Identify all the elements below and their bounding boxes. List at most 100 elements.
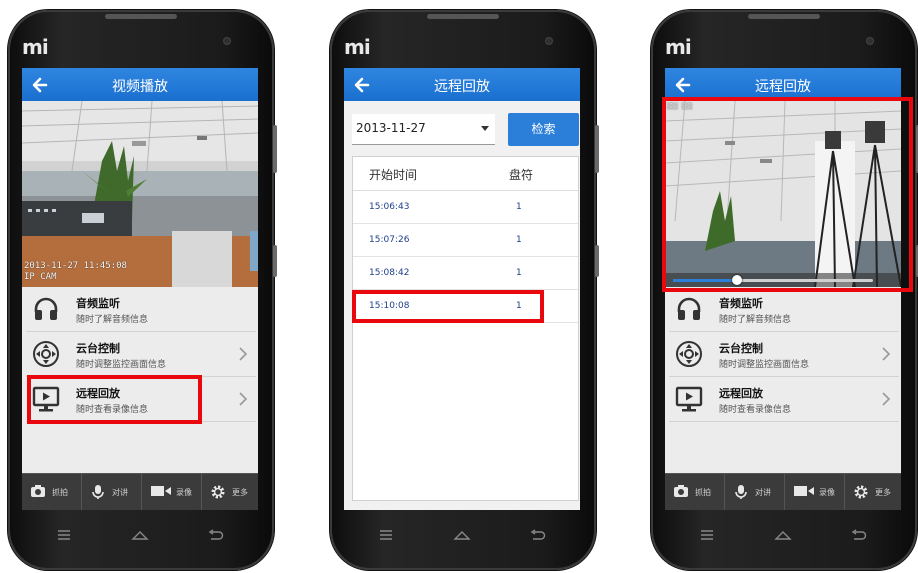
playback-monitor-icon [675,386,703,412]
menu-subtitle: 随时调整监控画面信息 [719,360,810,370]
tool-label: 录像 [819,488,835,497]
chevron-right-icon [239,347,248,361]
earpiece [105,14,177,19]
table-header: 开始时间 盘符 [353,157,578,191]
navbar: 远程回放 [344,68,580,101]
tool-label: 更多 [232,488,248,497]
intercom-button[interactable]: 对讲 [82,474,142,510]
gear-icon [854,485,868,499]
screen: 远程回放 2013-11-27 检索 开始时间 盘符 15:06:43 1 15… [344,68,580,510]
chevron-right-icon [882,347,891,361]
snapshot-button[interactable]: 抓拍 [665,474,725,510]
osd-camera-name: IP CAM [24,272,57,282]
table-row[interactable]: 15:07:26 1 [353,223,578,257]
table-row[interactable]: 15:06:43 1 [353,190,578,224]
osd-timestamp: 2013-11-27 11:45:08 [24,261,127,271]
highlight-selected-row [352,290,544,323]
home-key-icon[interactable] [452,526,472,544]
menu-item-audio[interactable]: 音频监听 随时了解音频信息 [26,287,256,332]
soft-keys [22,522,258,548]
bottom-toolbar: 抓拍 对讲 录像 更多 [22,473,258,510]
tool-label: 抓拍 [52,488,68,497]
menu-title: 音频监听 [76,297,120,310]
power-button [595,245,599,277]
highlight-playback-video [662,97,913,292]
header-disk: 盘符 [509,168,534,182]
live-video[interactable]: 2013-11-27 11:45:08 IP CAM [22,101,258,287]
earpiece [748,14,820,19]
dropdown-arrow-icon [481,126,489,131]
bottom-toolbar: 抓拍 对讲 录像 更多 [665,473,901,510]
tool-label: 录像 [176,488,192,497]
menu-title: 云台控制 [719,342,763,355]
soft-keys [665,522,901,548]
tool-label: 抓拍 [695,488,711,497]
menu-item-ptz[interactable]: 云台控制 随时调整监控画面信息 [26,332,256,377]
tool-label: 更多 [875,488,891,497]
intercom-button[interactable]: 对讲 [725,474,785,510]
menu-item-playback[interactable]: 远程回放 随时查看录像信息 [669,377,899,422]
volume-button [595,125,599,173]
home-key-icon[interactable] [773,526,793,544]
menu-title: 音频监听 [719,297,763,310]
menu-item-audio[interactable]: 音频监听 随时了解音频信息 [669,287,899,332]
brand-logo: mi [665,35,692,59]
chevron-right-icon [239,392,248,406]
snapshot-button[interactable]: 抓拍 [22,474,82,510]
more-button[interactable]: 更多 [845,474,901,510]
volume-button [273,125,277,173]
row-disk: 1 [516,202,522,212]
office-scene [22,101,258,287]
menu-title: 云台控制 [76,342,120,355]
row-disk: 1 [516,268,522,278]
brand-logo: mi [344,35,371,59]
menu-title: 远程回放 [719,387,763,400]
menu-subtitle: 随时调整监控画面信息 [76,360,167,370]
video-record-icon [151,486,171,496]
back-key-icon[interactable] [849,526,869,544]
power-button [273,245,277,277]
menu-subtitle: 随时查看录像信息 [719,405,792,415]
search-button[interactable]: 检索 [508,113,579,146]
front-camera [867,38,873,44]
back-key-icon[interactable] [206,526,226,544]
menu-key-icon[interactable] [54,526,74,544]
camera-icon [674,485,688,497]
date-picker[interactable]: 2013-11-27 [352,114,495,145]
back-key-icon[interactable] [528,526,548,544]
camera-icon [31,485,45,497]
page-title: 远程回放 [434,79,490,95]
gear-icon [211,485,225,499]
page-title: 视频播放 [112,79,168,95]
table-row[interactable]: 15:08:42 1 [353,256,578,290]
headphones-icon [677,297,701,320]
chevron-right-icon [882,392,891,406]
microphone-icon [92,485,104,499]
headphones-icon [34,297,58,320]
video-record-icon [794,486,814,496]
earpiece [427,14,499,19]
page-title: 远程回放 [755,79,811,95]
home-key-icon[interactable] [130,526,150,544]
front-camera [546,38,552,44]
selected-date: 2013-11-27 [356,121,426,135]
phone-left: mi 视频播放 2013-11-27 11:45:08 IP CAM 音频监听 … [8,10,277,570]
menu-item-ptz[interactable]: 云台控制 随时调整监控画面信息 [669,332,899,377]
header-start-time: 开始时间 [369,168,418,182]
front-camera [224,38,230,44]
menu-key-icon[interactable] [376,526,396,544]
more-button[interactable]: 更多 [202,474,258,510]
feature-menu: 音频监听 随时了解音频信息 云台控制 随时调整监控画面信息 远程回放 随时查看录… [665,287,901,474]
row-time: 15:08:42 [369,268,410,278]
menu-key-icon[interactable] [697,526,717,544]
row-time: 15:06:43 [369,202,410,212]
menu-subtitle: 随时了解音频信息 [719,315,792,325]
ptz-control-icon [676,341,702,367]
row-disk: 1 [516,235,522,245]
recording-table: 开始时间 盘符 15:06:43 1 15:07:26 1 15:08:42 1… [352,156,579,501]
highlight-playback-menu [27,375,202,424]
tool-label: 对讲 [112,488,128,497]
record-button[interactable]: 录像 [142,474,202,510]
brand-logo: mi [22,35,49,59]
record-button[interactable]: 录像 [785,474,845,510]
